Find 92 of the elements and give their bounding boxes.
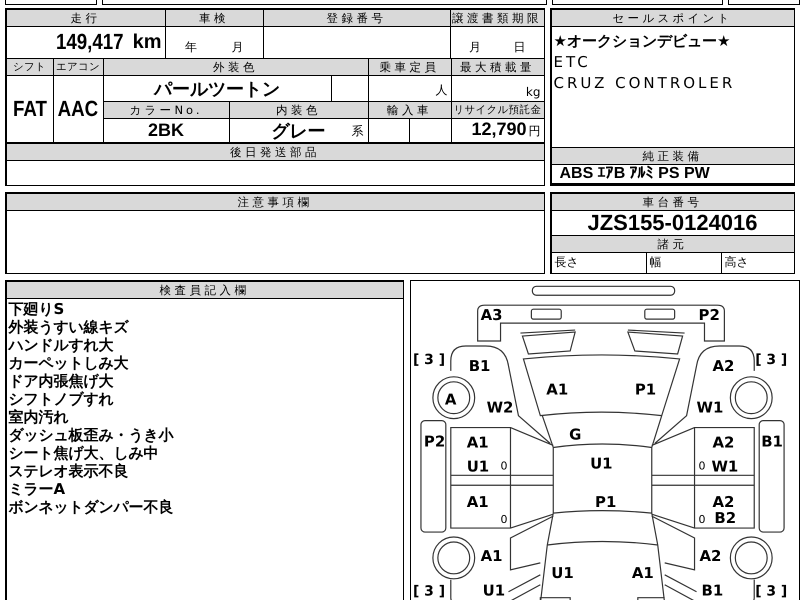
damage-code: P1 (595, 493, 616, 512)
damage-code: B2 (714, 509, 736, 528)
unit-label: 円 (528, 123, 540, 140)
damage-code: A2 (700, 546, 722, 565)
aircon-value: AAC (58, 96, 98, 122)
column-header: 外装色 (104, 59, 368, 75)
column-header: 登録番号 (264, 10, 450, 26)
form-box (728, 0, 800, 5)
damage-code: A2 (712, 356, 734, 375)
damage-code: A1 (466, 493, 489, 512)
column-header: リサイクル預託金 (452, 102, 544, 118)
tread-depth-label: [ 3 ] (413, 352, 446, 368)
inspection-note: 下廻りS (8, 300, 64, 318)
equipment-list: ABS ｴｱB ｱﾙﾐ PS PW (560, 164, 710, 183)
inspection-note: カーペットしみ大 (8, 354, 128, 372)
damage-code: W1 (711, 457, 738, 476)
column-header: カラーNo. (104, 102, 228, 118)
inspection-note: 外装うすい線キズ (8, 318, 128, 336)
recycle-fee-value: 12,790 (471, 119, 526, 140)
sale-point-text: CRUZ CONTROLER (554, 72, 736, 94)
damage-code: A1 (546, 380, 568, 399)
damage-code: U1 (590, 454, 613, 472)
damage-code: U1 (466, 457, 490, 476)
damage-code: A1 (480, 546, 503, 565)
shift-value: FAT (12, 96, 46, 122)
unit-label: 年 (184, 38, 197, 56)
damage-code: W1 (696, 398, 724, 417)
inspection-note: ミラーA (8, 480, 66, 498)
unit-label: 人 (436, 82, 448, 99)
inspection-note: 室内汚れ (8, 408, 68, 426)
inspection-note: ステレオ表示不良 (8, 462, 128, 480)
unit-label: 月 (468, 38, 481, 56)
column-header: 走行 (6, 10, 164, 26)
spec-label: 長さ (554, 254, 578, 271)
damage-code: B1 (702, 582, 724, 600)
damage-code: A1 (632, 564, 654, 582)
small-mark: 0 (698, 513, 706, 526)
inspection-note: シフトノブすれ (8, 390, 114, 408)
section-header: セールスポイント (552, 10, 794, 26)
column-header: 輸入車 (368, 102, 450, 118)
section-header: 後日発送部品 (6, 144, 544, 160)
tread-depth-label: [ 3 ] (755, 584, 788, 600)
damage-code: P1 (634, 380, 656, 399)
damage-code: P2 (424, 432, 446, 450)
small-mark: 0 (500, 513, 508, 526)
damage-code: U1 (551, 564, 574, 582)
section-header: 諸元 (552, 236, 794, 252)
inspection-note: ボンネットダンパー不良 (8, 498, 174, 516)
column-header: 車検 (166, 10, 262, 26)
damage-code: A1 (466, 433, 489, 452)
tread-depth-label: [ 3 ] (755, 352, 788, 368)
damage-code: A3 (480, 306, 503, 324)
unit-label: km (132, 30, 162, 54)
column-header: エアコン (54, 59, 102, 75)
column-header: 内装色 (230, 102, 368, 118)
chassis-number: JZS155-0124016 (587, 210, 758, 236)
damage-code: G (569, 426, 582, 444)
inspection-note: ハンドルすれ大 (8, 336, 114, 354)
column-header: シフト (6, 59, 52, 75)
column-header: 最大積載量 (452, 59, 544, 75)
damage-code: B1 (468, 356, 490, 375)
damage-code: P2 (698, 306, 720, 324)
unit-label: 日 (513, 38, 526, 56)
column-header: 乗車定員 (368, 59, 450, 75)
column-header: 譲渡書類期限 (450, 10, 544, 26)
mileage-value: 149,417 (56, 29, 124, 55)
damage-code: A (444, 390, 456, 409)
section-header: 注意事項欄 (6, 194, 544, 210)
small-mark: 0 (500, 459, 508, 472)
interior-color-value: グレー (272, 120, 326, 142)
spec-label: 高さ (724, 254, 748, 271)
tread-depth-label: [ 3 ] (413, 584, 446, 600)
section-header: 純正装備 (552, 148, 794, 164)
damage-code: W2 (486, 398, 514, 417)
inspection-note: ドア内張焦げ大 (8, 372, 114, 390)
inspection-note: ダッシュ板歪み・うき小 (8, 426, 174, 444)
sale-point-text: ★オークションデビュー★ (554, 30, 730, 52)
unit-label: kg (526, 85, 540, 99)
exterior-color-value: パールツートン (154, 78, 280, 100)
color-code-value: 2BK (148, 120, 184, 141)
small-mark: 0 (698, 459, 706, 472)
spec-label: 幅 (650, 254, 662, 271)
sale-point-text: ETC (554, 52, 591, 72)
damage-code: U1 (482, 582, 506, 600)
damage-code: A2 (712, 433, 734, 452)
unit-label: 月 (231, 38, 244, 56)
damage-code: A2 (712, 493, 734, 512)
section-header: 検査員記入欄 (6, 282, 402, 298)
damage-code: B1 (761, 432, 783, 450)
section-header: 車台番号 (552, 194, 794, 210)
inspection-note: シート焦げ大、しみ中 (8, 444, 158, 462)
suffix-label: 系 (352, 123, 364, 140)
